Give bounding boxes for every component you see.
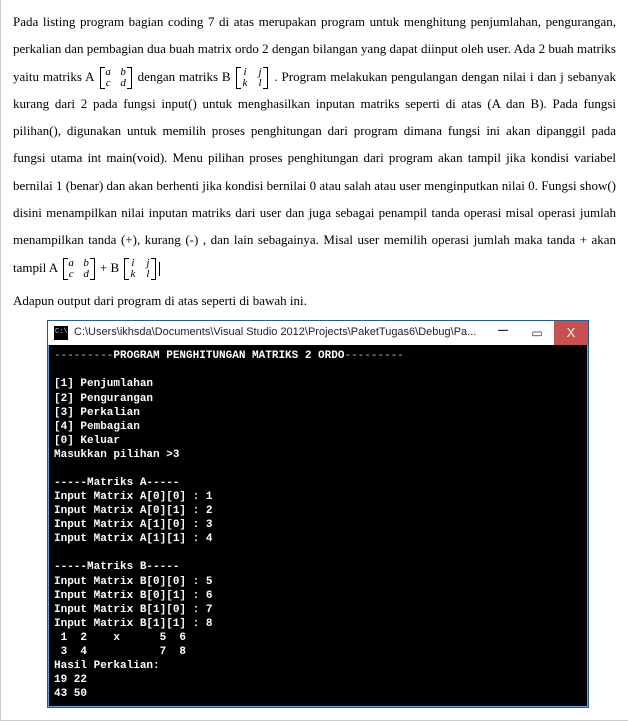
close-button[interactable]: X: [554, 321, 588, 345]
matrix-A-2: ab cd: [63, 258, 95, 280]
body-paragraph: Pada listing program bagian coding 7 di …: [13, 8, 616, 281]
console-output: ---------PROGRAM PENGHITUNGAN MATRIKS 2 …: [48, 345, 588, 707]
output-caption: Adapun output dari program di atas seper…: [13, 287, 616, 314]
text: dengan matriks B: [138, 69, 235, 84]
matrix-B-2: ij kl: [124, 258, 156, 280]
console-icon: [54, 326, 68, 340]
window-title: C:\Users\ikhsda\Documents\Visual Studio …: [74, 326, 486, 340]
window-titlebar[interactable]: C:\Users\ikhsda\Documents\Visual Studio …: [48, 321, 588, 345]
matrix-A: ab cd: [100, 67, 132, 89]
text-cursor-icon: [159, 262, 160, 276]
text: + B: [100, 260, 123, 275]
minimize-button[interactable]: –: [486, 321, 520, 345]
text: . Program melakukan pengulangan dengan n…: [13, 69, 616, 275]
matrix-B: ij kl: [236, 67, 268, 89]
console-window: C:\Users\ikhsda\Documents\Visual Studio …: [47, 320, 589, 708]
maximize-button[interactable]: ▭: [520, 321, 554, 345]
